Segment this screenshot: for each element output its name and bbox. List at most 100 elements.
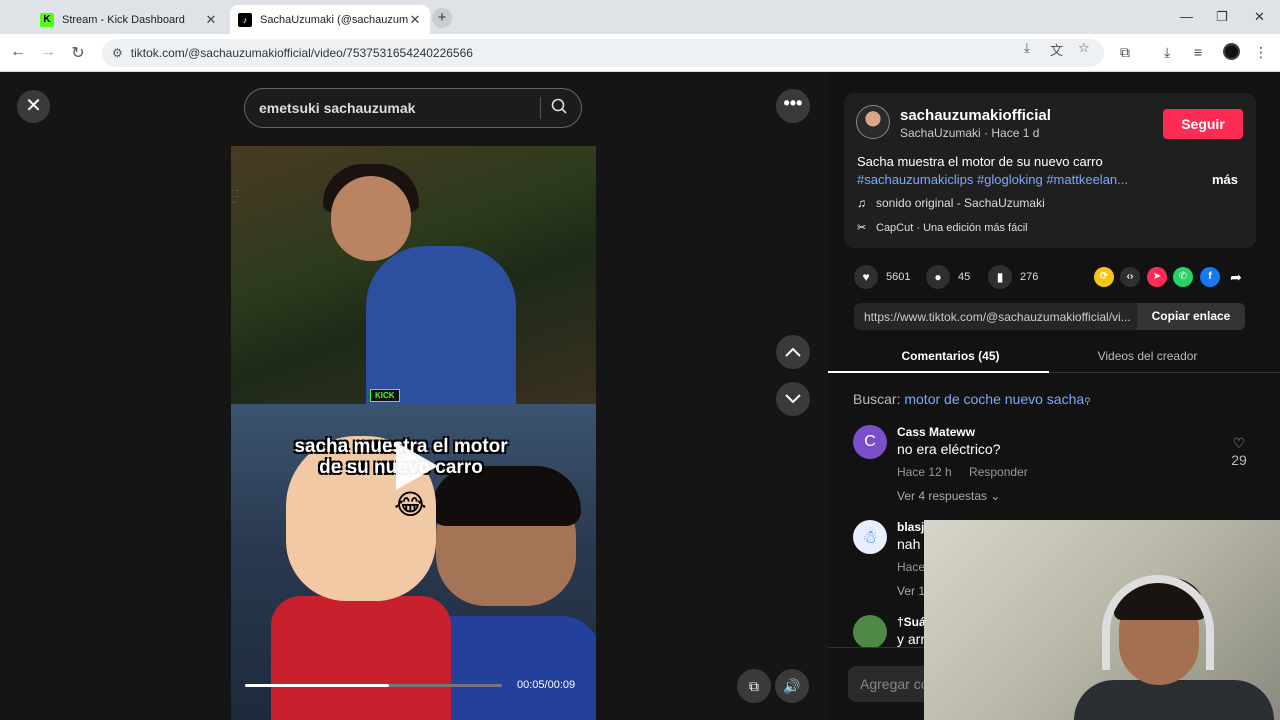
comment-text: nah xyxy=(897,536,921,552)
like-button[interactable]: ♥ 5601 xyxy=(854,265,910,289)
share-link-url[interactable]: https://www.tiktok.com/@sachauzumakioffi… xyxy=(854,310,1137,324)
commenter-avatar[interactable] xyxy=(853,615,887,649)
tiktok-icon: ♪ xyxy=(238,12,252,27)
creator-username[interactable]: sachauzumakiofficial xyxy=(900,107,1051,124)
address-bar[interactable]: ⚙ tiktok.com/@sachauzumakiofficial/video… xyxy=(102,39,1104,67)
commenter-name[interactable]: †Suá xyxy=(897,615,926,629)
address-url: tiktok.com/@sachauzumakiofficial/video/7… xyxy=(130,46,473,60)
search-icon[interactable] xyxy=(551,98,581,118)
heart-outline-icon: ♡ xyxy=(1232,435,1246,451)
view-replies-button[interactable]: Ver 4 respuestas ⌄ xyxy=(897,489,1000,503)
copy-link-button[interactable]: Copiar enlace xyxy=(1137,303,1245,330)
minimize-icon[interactable]: — xyxy=(1180,9,1193,24)
comment-like-count: 29 xyxy=(1231,452,1247,468)
comment-text: no era eléctrico? xyxy=(897,441,1001,457)
comment-meta: Hace 12 h Responder xyxy=(897,465,1042,479)
commenter-avatar[interactable]: ☃ xyxy=(853,520,887,554)
comment-text: y arr xyxy=(897,631,925,647)
search-bar[interactable]: emetsuki sachauzumak xyxy=(244,88,582,128)
new-tab-button[interactable]: + xyxy=(432,8,452,28)
commenter-name[interactable]: Cass Mateww xyxy=(897,425,975,439)
search-suggestion-label: Buscar: xyxy=(853,391,901,407)
post-info-card: sachauzumakiofficial SachaUzumaki · Hace… xyxy=(844,93,1256,248)
whatsapp-icon[interactable]: ✆ xyxy=(1173,267,1193,287)
more-button[interactable]: más xyxy=(1212,172,1238,187)
browser-tabbar: K Stream - Kick Dashboard ✕ ♪ SachaUzuma… xyxy=(0,0,1280,34)
close-window-icon[interactable]: ✕ xyxy=(1254,9,1265,25)
view-replies-button[interactable]: Ver 1 xyxy=(897,584,925,598)
previous-video-button[interactable] xyxy=(776,335,810,369)
search-suggestion-query[interactable]: motor de coche nuevo sacha xyxy=(904,391,1084,407)
commenter-avatar[interactable]: C xyxy=(853,425,887,459)
send-icon[interactable]: ➤ xyxy=(1147,267,1167,287)
post-hashtags[interactable]: #sachauzumakiclips #glogloking #mattkeel… xyxy=(857,172,1128,187)
pip-icon[interactable]: ⧉ xyxy=(737,669,771,703)
commenter-name[interactable]: blasj xyxy=(897,520,924,534)
comment-like-button[interactable]: ♡ 29 xyxy=(1227,435,1251,468)
media-control-icon[interactable]: ≡ xyxy=(1194,44,1202,60)
tab-tiktok[interactable]: ♪ SachaUzumaki (@sachauzumakiofficial) |… xyxy=(230,5,430,34)
forward-icon[interactable]: → xyxy=(38,43,58,61)
pig-toy-shirt xyxy=(271,596,451,720)
tab-kick-dashboard[interactable]: K Stream - Kick Dashboard ✕ xyxy=(32,5,226,34)
video-viewer: ✕ emetsuki sachauzumak ••• · · · · · · · ·… xyxy=(0,73,828,720)
search-suggestion[interactable]: Buscar: motor de coche nuevo sacha⚲ xyxy=(853,391,1091,407)
menu-icon[interactable]: ⋮ xyxy=(1254,44,1268,61)
webcam-overlay xyxy=(924,520,1280,720)
sound-link[interactable]: ♫ sonido original - SachaUzumaki xyxy=(857,196,1045,210)
tab-title: Stream - Kick Dashboard xyxy=(62,13,185,26)
profile-avatar[interactable] xyxy=(1223,43,1240,60)
kick-watermark: KICK xyxy=(370,389,400,402)
copy-link-box: https://www.tiktok.com/@sachauzumakioffi… xyxy=(854,303,1245,330)
play-icon[interactable] xyxy=(396,442,438,490)
close-tab-icon[interactable]: ✕ xyxy=(408,12,422,28)
view-replies-label: Ver 4 respuestas xyxy=(897,489,988,503)
creator-avatar[interactable] xyxy=(856,105,890,139)
site-info-icon[interactable]: ⚙ xyxy=(112,46,123,60)
bookmark-icon: ▮ xyxy=(988,265,1012,289)
save-button[interactable]: ▮ 276 xyxy=(988,265,1038,289)
comment-count: 45 xyxy=(958,271,971,283)
comment-button[interactable]: ● 45 xyxy=(926,265,970,289)
translate-icon[interactable]: 文 xyxy=(1050,40,1063,59)
share-icon[interactable]: ➦ xyxy=(1226,267,1246,287)
next-video-button[interactable] xyxy=(776,382,810,416)
download-icon[interactable]: ⤓ xyxy=(1164,44,1170,61)
embed-icon[interactable]: ‹› xyxy=(1120,267,1140,287)
creator-subtitle: SachaUzumaki · Hace 1 d xyxy=(900,126,1040,140)
comment-icon: ● xyxy=(926,265,950,289)
facebook-icon[interactable]: f xyxy=(1200,267,1220,287)
video-progress-fill xyxy=(245,684,389,687)
panel-tabs: Comentarios (45) Videos del creador xyxy=(828,341,1280,373)
tab-comments[interactable]: Comentarios (45) xyxy=(840,349,1061,363)
tab-creator-videos[interactable]: Videos del creador xyxy=(1037,349,1258,363)
volume-icon[interactable]: 🔊 xyxy=(775,669,809,703)
install-app-icon[interactable]: ⤓ xyxy=(1024,40,1030,56)
more-options-button[interactable]: ••• xyxy=(776,89,810,123)
music-note-icon: ♫ xyxy=(857,196,866,210)
save-count: 276 xyxy=(1020,271,1039,283)
capcut-icon: ✂ xyxy=(857,222,867,234)
capcut-link[interactable]: ✂ CapCut · Una edición más fácil xyxy=(857,221,1028,234)
webcam-person-body xyxy=(1074,680,1274,720)
video-person-hoodie xyxy=(366,246,516,404)
repost-icon[interactable]: ⟳ xyxy=(1094,267,1114,287)
reload-icon[interactable]: ↻ xyxy=(68,43,88,63)
search-divider xyxy=(540,97,541,119)
laughing-emoji-icon: 😂 xyxy=(394,489,427,520)
video-time: 00:05/00:09 xyxy=(517,679,576,691)
close-icon[interactable]: ✕ xyxy=(17,90,50,123)
video-progress-bar[interactable] xyxy=(245,684,502,687)
close-tab-icon[interactable]: ✕ xyxy=(204,12,218,28)
bookmark-star-icon[interactable]: ☆ xyxy=(1078,40,1090,56)
maximize-icon[interactable]: ❐ xyxy=(1216,9,1228,25)
sound-label: sonido original - SachaUzumaki xyxy=(876,196,1045,210)
reply-button[interactable]: Responder xyxy=(969,465,1028,479)
search-input[interactable]: emetsuki sachauzumak xyxy=(259,100,540,116)
active-tab-indicator xyxy=(828,371,1049,373)
overlay-text: · · · · · · · · xyxy=(232,188,239,205)
video-player[interactable]: · · · · · · · · KICK sacha muestra el moto… xyxy=(231,146,596,720)
follow-button[interactable]: Seguir xyxy=(1163,109,1243,139)
back-icon[interactable]: ← xyxy=(8,43,28,61)
extensions-icon[interactable]: ⧉ xyxy=(1120,44,1130,61)
